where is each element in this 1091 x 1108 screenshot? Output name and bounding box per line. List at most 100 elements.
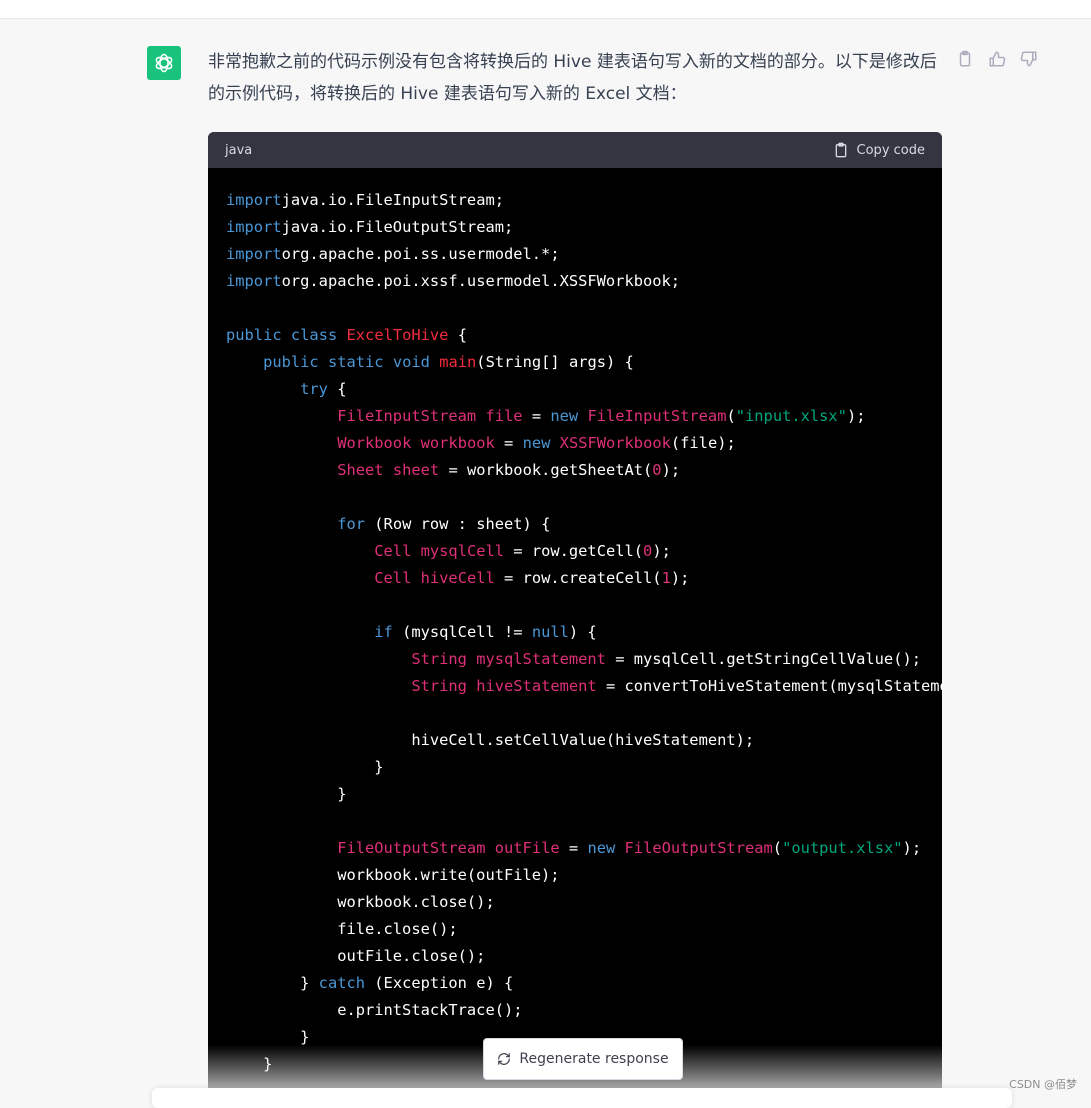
refresh-icon [497, 1052, 511, 1066]
code-token: catch [318, 974, 366, 992]
clipboard-icon[interactable] [956, 50, 976, 70]
code-token: if [374, 623, 393, 641]
code-token: hiveStatement [476, 677, 597, 695]
code-line: public class ExcelToHive { [226, 322, 924, 349]
code-line: Workbook workbook = new XSSFWorkbook(fil… [226, 430, 924, 457]
code-line: } [226, 754, 924, 781]
code-token: workbook.write(outFile); [226, 866, 560, 884]
code-token: hiveCell [420, 569, 495, 587]
code-line: importjava.io.FileOutputStream; [226, 214, 924, 241]
code-token: outFile.close(); [226, 947, 486, 965]
code-token: ); [902, 839, 922, 857]
regenerate-label: Regenerate response [519, 1051, 669, 1067]
code-token: org.apache.poi.xssf.usermodel.XSSFWorkbo… [281, 272, 681, 290]
code-token: = [559, 839, 588, 857]
code-token: ( [772, 839, 783, 857]
code-token: 0 [643, 542, 653, 560]
code-line: for (Row row : sheet) { [226, 511, 924, 538]
code-line: try { [226, 376, 924, 403]
code-token: } [226, 758, 384, 776]
code-token: public [226, 326, 282, 344]
code-token: file [485, 407, 523, 425]
code-line: Cell hiveCell = row.createCell(1); [226, 565, 924, 592]
code-token: org.apache.poi.ss.usermodel.*; [281, 245, 560, 263]
code-token: new [550, 407, 579, 425]
code-token: Workbook [337, 434, 412, 452]
code-token: = [494, 434, 523, 452]
code-token: } [226, 1055, 273, 1073]
code-line: FileInputStream file = new FileInputStre… [226, 403, 924, 430]
code-line: FileOutputStream outFile = new FileOutpu… [226, 835, 924, 862]
code-line: outFile.close(); [226, 943, 924, 970]
code-token: new [587, 839, 616, 857]
code-token: ) { [568, 623, 597, 641]
thumbs-up-icon[interactable] [988, 50, 1008, 70]
code-token: java.io.FileInputStream; [281, 191, 504, 209]
code-line: String mysqlStatement = mysqlCell.getStr… [226, 646, 924, 673]
chat-input-box[interactable] [152, 1088, 1012, 1108]
code-line: workbook.write(outFile); [226, 862, 924, 889]
code-header: java Copy code [208, 132, 942, 168]
code-token: ExcelToHive [346, 326, 449, 344]
code-token: = row.createCell( [494, 569, 662, 587]
code-token: class [290, 326, 338, 344]
code-token: import [226, 245, 282, 263]
regenerate-response-button[interactable]: Regenerate response [483, 1038, 683, 1080]
code-token: mysqlStatement [476, 650, 606, 668]
code-token: { [448, 326, 467, 344]
code-token: 0 [652, 461, 662, 479]
code-line: Cell mysqlCell = row.getCell(0); [226, 538, 924, 565]
clipboard-icon [833, 142, 849, 158]
code-content[interactable]: import java.io.FileInputStream; importjava… [208, 168, 942, 1078]
code-token: workbook [420, 434, 495, 452]
code-line: hiveCell.setCellValue(hiveStatement); [226, 727, 924, 754]
code-token: Sheet [337, 461, 384, 479]
code-token: ( [726, 407, 736, 425]
thumbs-down-icon[interactable] [1020, 50, 1040, 70]
code-token: { [327, 380, 347, 398]
copy-code-button[interactable]: Copy code [833, 142, 925, 158]
code-token: String [411, 677, 467, 695]
code-token: (String[] args) { [476, 353, 634, 371]
assistant-message: 非常抱歉之前的代码示例没有包含将转换后的 Hive 建表语句写入新的文档的部分。… [208, 52, 937, 104]
watermark: CSDN @佰梦 [1009, 1078, 1077, 1091]
code-token: = convertToHiveStatement(mysqlStatement)… [605, 677, 942, 695]
code-token: = row.getCell( [504, 542, 644, 560]
code-line: e.printStackTrace(); [226, 997, 924, 1024]
code-line: } catch (Exception e) { [226, 970, 924, 997]
code-language-label: java [225, 142, 253, 158]
code-token: } [226, 1028, 310, 1046]
code-token: hiveCell.setCellValue(hiveStatement); [226, 731, 755, 749]
code-token: } [226, 785, 347, 803]
code-token: try [300, 380, 328, 398]
code-token: for [337, 515, 366, 533]
code-line: file.close(); [226, 916, 924, 943]
code-token: } [226, 974, 319, 992]
code-token: (mysqlCell != [392, 623, 532, 641]
code-token: Cell [374, 569, 412, 587]
code-token: void [392, 353, 430, 371]
code-token: String [411, 650, 467, 668]
